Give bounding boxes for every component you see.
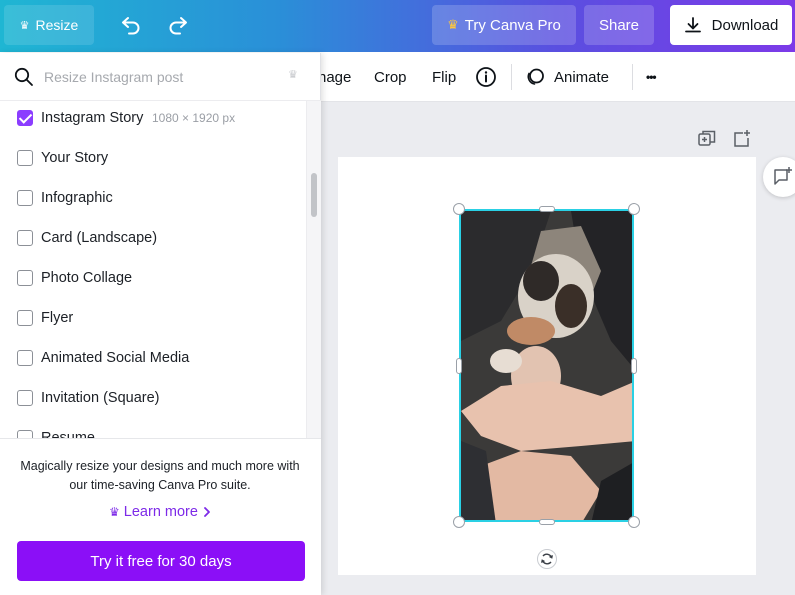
pro-promo: Magically resize your designs and much m… <box>0 438 321 595</box>
image-button[interactable]: nage <box>318 52 351 102</box>
more-options-icon[interactable]: ••• <box>646 52 657 102</box>
resize-handle-top[interactable] <box>539 206 555 212</box>
size-option-checkbox[interactable] <box>17 230 33 246</box>
duplicate-page-icon[interactable] <box>696 128 718 150</box>
resize-handle-top-right[interactable] <box>628 203 640 215</box>
list-scrollbar[interactable] <box>306 101 321 438</box>
try-canva-pro-button[interactable]: ♛ Try Canva Pro <box>432 5 576 45</box>
crown-icon: ♛ <box>288 69 298 81</box>
scrollbar-thumb[interactable] <box>311 173 317 217</box>
size-option-item[interactable]: Photo Collage <box>0 258 306 298</box>
animate-icon <box>527 68 544 85</box>
puppy-photo-image <box>461 211 632 520</box>
animate-label: Animate <box>554 68 610 86</box>
size-option-label: Flyer <box>41 310 74 326</box>
resize-handle-bottom-left[interactable] <box>453 516 465 528</box>
size-option-checkbox[interactable] <box>17 390 33 406</box>
download-icon <box>684 17 701 33</box>
size-option-item[interactable]: Invitation (Square) <box>0 378 306 418</box>
redo-icon[interactable] <box>166 12 190 36</box>
download-button-label: Download <box>711 16 779 34</box>
size-option-label: Invitation (Square) <box>41 390 160 406</box>
toolbar-divider <box>632 64 633 90</box>
resize-search-input[interactable] <box>44 63 284 91</box>
add-comment-button[interactable] <box>763 157 795 197</box>
size-option-item[interactable]: Flyer <box>0 298 306 338</box>
flip-button[interactable]: Flip <box>432 52 456 102</box>
resize-handle-top-left[interactable] <box>453 203 465 215</box>
selected-photo[interactable] <box>459 209 634 522</box>
resize-handle-bottom-right[interactable] <box>628 516 640 528</box>
chevron-right-icon <box>204 507 210 518</box>
rotate-handle[interactable] <box>537 549 557 569</box>
info-icon[interactable] <box>475 66 497 88</box>
crown-icon: ♛ <box>109 505 120 520</box>
crown-icon: ♛ <box>447 17 459 32</box>
resize-button[interactable]: ♛ Resize <box>4 5 94 45</box>
download-button[interactable]: Download <box>670 5 792 45</box>
design-size-list: Instagram Story 1080 × 1920 px Your Story I… <box>0 101 306 438</box>
add-page-icon[interactable] <box>731 128 753 150</box>
learn-more-label: Learn more <box>123 504 198 521</box>
size-option-checkbox[interactable] <box>17 430 33 438</box>
size-option-checkbox[interactable] <box>17 350 33 366</box>
size-option-label: Card (Landscape) <box>41 230 158 246</box>
size-option-label: Instagram Story <box>41 110 144 126</box>
toolbar-divider <box>511 64 512 90</box>
animate-button[interactable]: Animate <box>525 52 609 102</box>
size-option-checkbox[interactable] <box>17 270 33 286</box>
resize-handle-bottom[interactable] <box>539 519 555 525</box>
size-option-item[interactable]: Card (Landscape) <box>0 218 306 258</box>
size-option-item[interactable]: Resume <box>0 418 306 438</box>
try-canva-pro-label: Try Canva Pro <box>464 16 561 34</box>
try-free-button[interactable]: Try it free for 30 days <box>17 541 305 581</box>
share-button[interactable]: Share <box>584 5 654 45</box>
size-option-label: Resume <box>41 430 95 438</box>
crop-button[interactable]: Crop <box>374 52 407 102</box>
size-option-checkbox[interactable] <box>17 190 33 206</box>
resize-button-label: Resize <box>35 17 79 33</box>
undo-icon[interactable] <box>119 12 143 36</box>
crown-icon: ♛ <box>19 19 30 32</box>
promo-text: Magically resize your designs and much m… <box>20 459 300 492</box>
resize-search-bar: ♛ <box>0 53 321 101</box>
size-option-item[interactable]: Your Story <box>0 138 306 178</box>
search-icon <box>14 67 33 86</box>
size-option-label: Your Story <box>41 150 109 166</box>
rotate-icon <box>541 553 553 565</box>
size-option-checkbox[interactable] <box>17 310 33 326</box>
size-option-label: Infographic <box>41 190 113 206</box>
resize-panel: ♛ Instagram Story 1080 × 1920 px Your Stor… <box>0 53 321 595</box>
top-bar: ♛ Resize ♛ Try Canva Pro Share Download <box>0 0 795 52</box>
size-option-item[interactable]: Infographic <box>0 178 306 218</box>
size-option-label: Photo Collage <box>41 270 133 286</box>
resize-handle-right[interactable] <box>631 358 637 374</box>
learn-more-link[interactable]: ♛ Learn more <box>0 504 321 520</box>
size-option-item[interactable]: Instagram Story 1080 × 1920 px <box>0 101 306 138</box>
size-option-item[interactable]: Animated Social Media <box>0 338 306 378</box>
size-option-dimensions: 1080 × 1920 px <box>152 111 236 125</box>
resize-handle-left[interactable] <box>456 358 462 374</box>
size-option-checkbox[interactable] <box>17 150 33 166</box>
size-option-checkbox[interactable] <box>17 110 33 126</box>
comment-icon <box>774 167 792 185</box>
size-option-label: Animated Social Media <box>41 350 190 366</box>
